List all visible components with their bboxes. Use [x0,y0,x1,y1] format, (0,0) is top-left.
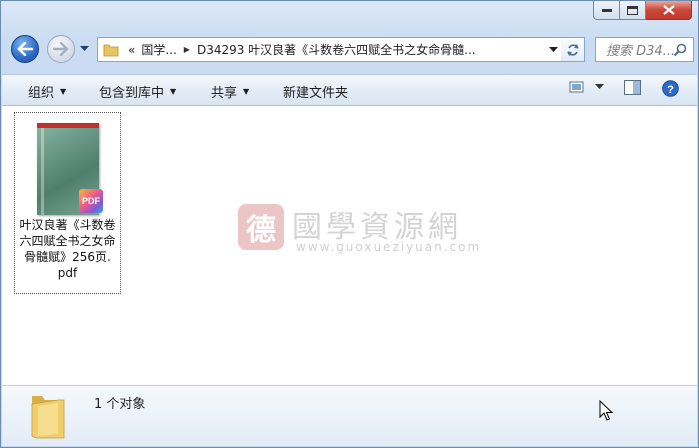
thumbnail-header-strip [37,123,99,128]
watermark: 德 國學資源網 www.guoxueziyuan.com [236,198,496,258]
chevron-down-icon [79,46,89,51]
file-name-line: 骨髓赋》256页. [24,250,111,264]
chevron-down-icon [595,84,604,89]
minimize-icon [601,9,612,12]
breadcrumb-segment-guoxue[interactable]: 国学... [138,41,179,58]
share-label: 共享 [211,86,238,101]
chevron-down-icon: ▼ [60,87,67,96]
preview-pane-button[interactable] [624,80,641,95]
command-bar: 组织 ▼ 包含到库中 ▼ 共享 ▼ 新建文件夹 ? [2,74,697,106]
help-icon: ? [662,80,679,97]
preview-pane-icon [624,80,641,95]
history-dropdown[interactable] [78,41,90,57]
organize-label: 组织 [28,86,55,101]
refresh-button[interactable] [561,37,585,62]
close-icon [662,5,675,15]
thumbnail-spine [41,128,44,215]
view-options-button[interactable] [569,80,604,94]
address-bar[interactable]: « 国学... ▶ D34293 叶汉良著《斗数卷六四赋全书之女命骨髓... [97,37,562,62]
new-folder-label: 新建文件夹 [283,86,349,101]
share-menu[interactable]: 共享 ▼ [211,82,249,101]
chevron-down-icon: ▼ [170,87,177,96]
address-dropdown[interactable] [545,46,561,53]
organize-menu[interactable]: 组织 ▼ [28,82,66,101]
chevron-down-icon [548,46,558,52]
back-button[interactable] [11,35,39,63]
refresh-icon [566,43,579,56]
arrow-left-icon [17,42,33,56]
search-input[interactable]: 搜索 D34... [595,37,694,62]
explorer-window: « 国学... ▶ D34293 叶汉良著《斗数卷六四赋全书之女命骨髓... 搜… [0,0,699,448]
view-icon [569,81,584,93]
breadcrumb-separator-icon[interactable]: ▶ [180,45,194,54]
file-name-label[interactable]: 叶汉良著《斗数卷 六四赋全书之女命 骨髓赋》256页. pdf [15,217,120,281]
include-in-library-label: 包含到库中 [99,86,165,101]
breadcrumb-segment-current[interactable]: D34293 叶汉良著《斗数卷六四赋全书之女命骨髓... [194,41,479,58]
close-button[interactable] [646,1,692,20]
chevron-down-icon: ▼ [243,87,250,96]
file-name-line: 六四赋全书之女命 [19,234,116,248]
details-pane: 1 个对象 [2,385,697,446]
search-icon[interactable] [673,43,687,57]
file-name-line: pdf [57,266,78,280]
search-placeholder: 搜索 D34... [606,44,676,59]
arrow-right-icon [53,42,69,56]
navigation-bar: « 国学... ▶ D34293 叶汉良著《斗数卷六四赋全书之女命骨髓... 搜… [9,33,694,67]
maximize-button[interactable] [620,1,646,20]
help-button[interactable]: ? [662,80,679,97]
caption-buttons [593,1,692,20]
pdf-icon: PDF [79,189,103,213]
file-name-line: 叶汉良著《斗数卷 [19,218,116,232]
forward-button[interactable] [47,35,75,63]
pdf-badge-label: PDF [82,196,100,206]
breadcrumb-overflow[interactable]: « [125,43,138,57]
include-in-library-menu[interactable]: 包含到库中 ▼ [99,82,176,101]
mouse-cursor-icon [599,400,613,421]
folder-icon [31,396,65,439]
watermark-url: www.guoxueziyuan.com [296,240,482,254]
minimize-button[interactable] [593,1,620,20]
object-count: 1 个对象 [94,397,146,412]
svg-text:?: ? [667,84,674,96]
watermark-logo-icon: 德 [238,204,284,250]
maximize-icon [627,5,638,15]
file-list-area[interactable]: PDF 叶汉良著《斗数卷 六四赋全书之女命 骨髓赋》256页. pdf 德 國學… [2,106,697,385]
new-folder-button[interactable]: 新建文件夹 [283,82,348,101]
folder-icon [103,44,119,56]
file-item-pdf[interactable]: PDF 叶汉良著《斗数卷 六四赋全书之女命 骨髓赋》256页. pdf [14,112,121,294]
